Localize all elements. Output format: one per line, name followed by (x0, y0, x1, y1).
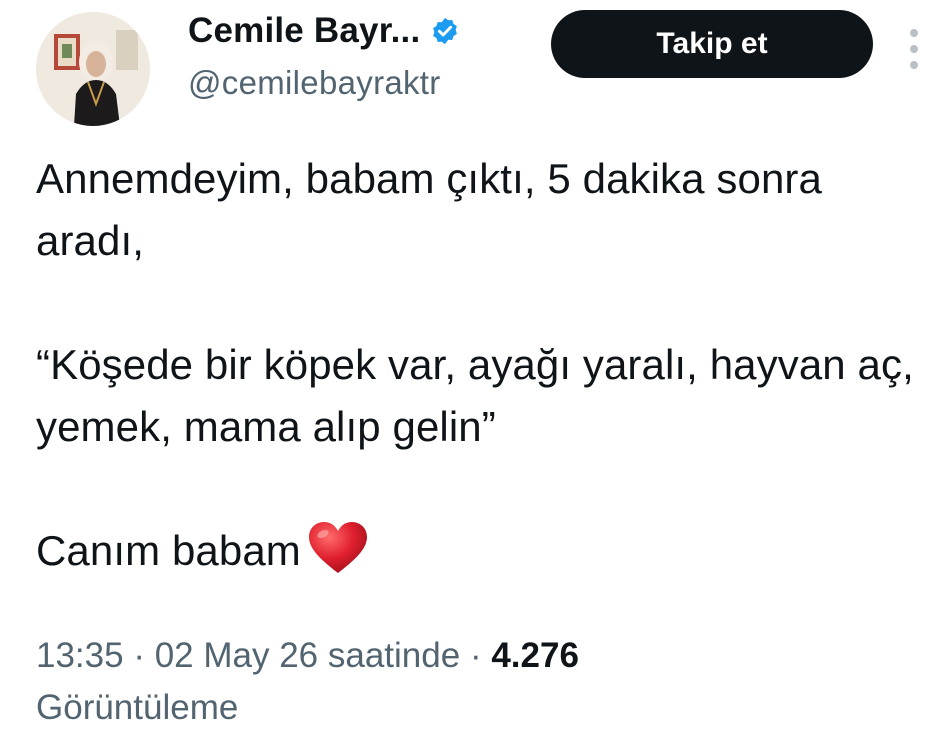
tweet-card: Cemile Bayr... @cemilebayraktr Takip et … (0, 0, 947, 749)
tweet-paragraph-3: Canım babam (36, 520, 916, 582)
meta-separator-1: · (133, 636, 145, 675)
tweet-text: Annemdeyim, babam çıktı, 5 dakika sonra … (36, 148, 916, 582)
views-count[interactable]: 4.276 (491, 636, 579, 675)
tweet-date[interactable]: 02 May 26 saatinde (155, 636, 460, 675)
user-handle[interactable]: @cemilebayraktr (188, 64, 460, 102)
user-info: Cemile Bayr... @cemilebayraktr (188, 8, 460, 102)
tweet-header: Cemile Bayr... @cemilebayraktr Takip et (36, 8, 936, 128)
follow-button[interactable]: Takip et (551, 10, 873, 78)
vertical-ellipsis-icon[interactable] (906, 26, 922, 72)
tweet-paragraph-1: Annemdeyim, babam çıktı, 5 dakika sonra … (36, 155, 822, 264)
tweet-time[interactable]: 13:35 (36, 636, 124, 675)
red-heart-icon (307, 521, 369, 575)
name-row: Cemile Bayr... (188, 8, 460, 54)
tweet-paragraph-3-text: Canım babam (36, 527, 301, 574)
tweet-meta: 13:35 · 02 May 26 saatinde · 4.276 Görün… (36, 630, 916, 734)
display-name[interactable]: Cemile Bayr... (188, 11, 420, 51)
avatar-photo (36, 12, 150, 126)
meta-separator-2: · (469, 636, 482, 675)
tweet-paragraph-2: “Köşede bir köpek var, ayağı yaralı, hay… (36, 341, 914, 450)
views-label[interactable]: Görüntüleme (36, 688, 238, 727)
avatar[interactable] (36, 12, 150, 126)
verified-badge-icon (430, 16, 460, 46)
